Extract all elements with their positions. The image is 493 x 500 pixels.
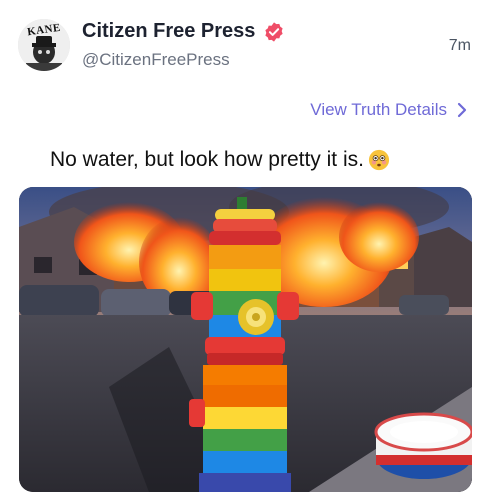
- author-handle[interactable]: @CitizenFreePress: [82, 50, 230, 70]
- post-timestamp: 7m: [448, 37, 471, 54]
- post-image[interactable]: [19, 187, 472, 492]
- chevron-right-icon: [457, 102, 467, 118]
- flushed-face-emoji-icon: [368, 149, 390, 171]
- post-caption: No water, but look how pretty it is.: [50, 148, 390, 172]
- view-truth-details-label: View Truth Details: [310, 100, 447, 119]
- author-avatar[interactable]: KANE: [18, 19, 70, 71]
- verified-badge-icon: [265, 21, 284, 42]
- caption-text: No water, but look how pretty it is.: [50, 148, 364, 171]
- author-row: Citizen Free Press: [82, 20, 285, 43]
- container: [374, 412, 472, 479]
- view-truth-details-link[interactable]: View Truth Details: [310, 100, 467, 120]
- burning-houses-rainbow-hydrant-image: [19, 187, 472, 492]
- author-name[interactable]: Citizen Free Press: [82, 20, 255, 43]
